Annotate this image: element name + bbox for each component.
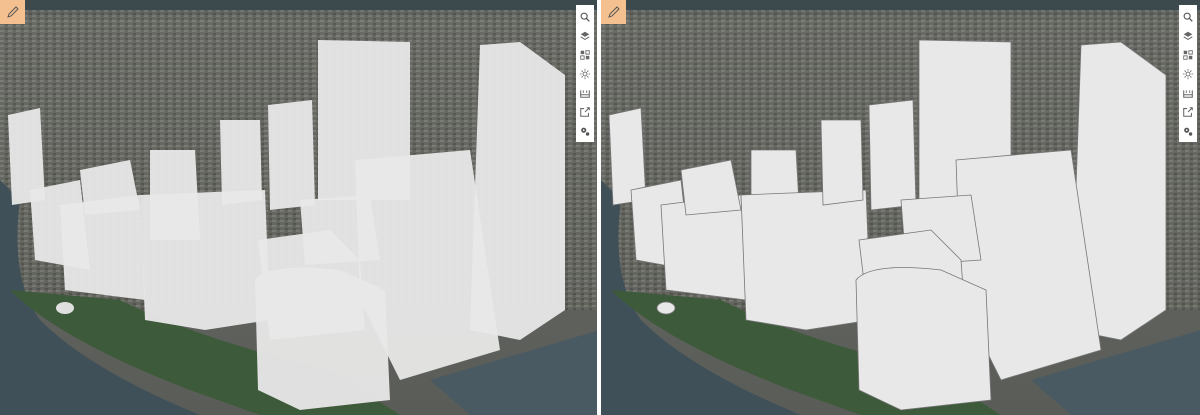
building[interactable] — [56, 302, 74, 314]
building[interactable] — [80, 160, 140, 215]
settings-icon — [581, 127, 590, 136]
search-button[interactable] — [576, 7, 594, 26]
building[interactable] — [255, 267, 390, 410]
basemap-gallery-icon — [1183, 49, 1193, 60]
basemap-gallery-button[interactable] — [576, 45, 594, 64]
share-button[interactable] — [576, 102, 594, 121]
edit-button[interactable] — [0, 0, 25, 24]
measure-button[interactable] — [576, 83, 594, 102]
settings-button[interactable] — [1179, 121, 1197, 140]
daylight-button[interactable] — [576, 64, 594, 83]
layers-icon — [1183, 31, 1193, 40]
building[interactable] — [868, 99, 917, 211]
scene-view-left[interactable] — [0, 0, 597, 415]
building[interactable] — [855, 267, 992, 411]
basemap-gallery-button[interactable] — [1179, 45, 1197, 64]
building[interactable] — [268, 100, 315, 210]
daylight-icon — [1182, 68, 1194, 79]
edit-button[interactable] — [601, 0, 626, 24]
search-button[interactable] — [1179, 7, 1197, 26]
measure-icon — [1183, 89, 1193, 98]
3d-scene[interactable] — [601, 0, 1200, 415]
daylight-button[interactable] — [1179, 64, 1197, 83]
3d-scene[interactable] — [0, 0, 597, 415]
pencil-icon — [6, 6, 19, 18]
daylight-icon — [579, 68, 591, 79]
settings-icon — [1184, 127, 1193, 136]
building[interactable] — [740, 189, 872, 331]
share-icon — [580, 106, 590, 117]
search-icon — [580, 12, 590, 22]
building[interactable] — [140, 190, 270, 330]
pencil-icon — [607, 6, 620, 18]
scene-view-right[interactable] — [601, 0, 1200, 415]
building[interactable] — [656, 301, 676, 315]
search-icon — [1183, 12, 1193, 22]
river-far — [0, 0, 597, 10]
basemap-gallery-icon — [580, 49, 590, 60]
view-toolbar — [1179, 5, 1197, 142]
building[interactable] — [680, 159, 742, 216]
view-toolbar — [576, 5, 594, 142]
settings-button[interactable] — [576, 121, 594, 140]
building[interactable] — [820, 119, 864, 206]
measure-icon — [580, 89, 590, 98]
layers-button[interactable] — [1179, 26, 1197, 45]
building[interactable] — [220, 120, 262, 205]
layers-icon — [580, 31, 590, 40]
share-button[interactable] — [1179, 102, 1197, 121]
measure-button[interactable] — [1179, 83, 1197, 102]
layers-button[interactable] — [576, 26, 594, 45]
river-far — [601, 0, 1200, 10]
share-icon — [1183, 106, 1193, 117]
